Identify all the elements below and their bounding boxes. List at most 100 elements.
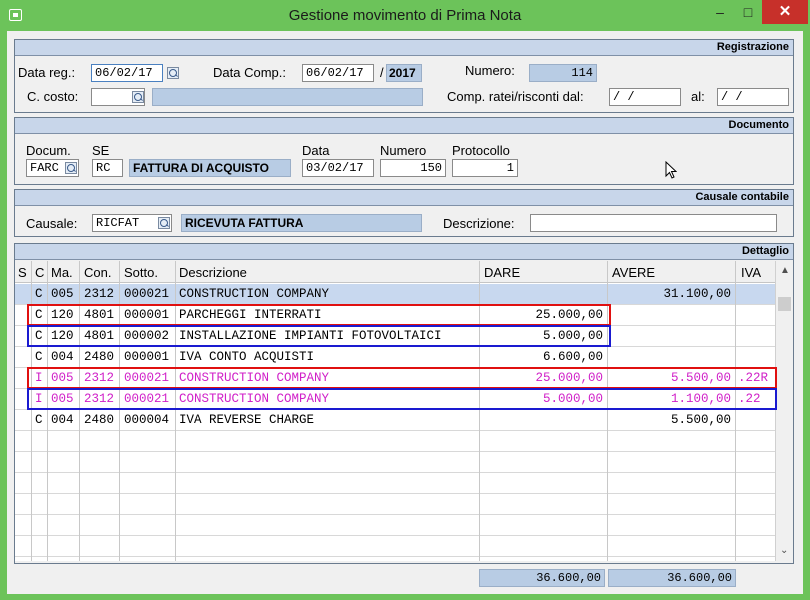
- table-row[interactable]: I 005 2312 000021 CONSTRUCTION COMPANY 5.000,…: [15, 389, 775, 410]
- table-row[interactable]: C 004 2480 000001 IVA CONTO ACQUISTI 6.600,00: [15, 347, 775, 368]
- grid-header: S C Ma. Con. Sotto. Descrizione DARE AVE…: [15, 261, 775, 283]
- table-row[interactable]: C 005 2312 000021 CONSTRUCTION COMPANY 31.100…: [15, 284, 775, 305]
- col-con[interactable]: Con.: [84, 265, 111, 280]
- cell-iva: .22R: [738, 371, 769, 385]
- data-reg-field[interactable]: 06/02/17: [91, 64, 163, 82]
- col-sotto[interactable]: Sotto.: [124, 265, 158, 280]
- data-reg-label: Data reg.:: [18, 65, 76, 80]
- table-row[interactable]: C 120 4801 000001 PARCHEGGI INTERRATI 25.000,…: [15, 305, 775, 326]
- cell-con: 4801: [84, 308, 115, 322]
- table-row[interactable]: [15, 536, 775, 557]
- col-descrizione[interactable]: Descrizione: [179, 265, 247, 280]
- search-icon[interactable]: [132, 91, 144, 103]
- table-row[interactable]: [15, 494, 775, 515]
- cell-ma: 005: [51, 392, 74, 406]
- cell-con: 2312: [84, 287, 115, 301]
- ratei-al-field[interactable]: / /: [717, 88, 789, 106]
- detail-grid[interactable]: S C Ma. Con. Sotto. Descrizione DARE AVE…: [15, 261, 793, 561]
- cell-avere: 31.100,00: [663, 287, 731, 301]
- data-comp-label: Data Comp.:: [213, 65, 286, 80]
- table-row[interactable]: [15, 473, 775, 494]
- maximize-button[interactable]: □: [733, 0, 763, 24]
- cell-dare: 5.000,00: [542, 392, 603, 406]
- total-dare: 36.600,00: [479, 569, 605, 587]
- cell-c: C: [35, 350, 43, 364]
- cell-c: C: [35, 287, 43, 301]
- numero-field[interactable]: 114: [529, 64, 597, 82]
- search-icon[interactable]: [167, 67, 179, 79]
- panel-header: Causale contabile: [15, 190, 793, 206]
- cell-dare: 5.000,00: [542, 329, 603, 343]
- cell-desc: IVA CONTO ACQUISTI: [179, 350, 315, 364]
- se-field[interactable]: RC: [92, 159, 123, 177]
- panel-causale: Causale contabile Causale: RICFAT RICEVU…: [14, 189, 794, 237]
- title-bar: Gestione movimento di Prima Nota – □ ✕: [0, 0, 810, 32]
- ratei-label: Comp. ratei/risconti dal:: [447, 89, 584, 104]
- search-icon[interactable]: [65, 162, 77, 174]
- cell-desc: PARCHEGGI INTERRATI: [179, 308, 322, 322]
- col-iva[interactable]: IVA: [741, 265, 761, 280]
- mouse-cursor-icon: [665, 161, 677, 179]
- cell-ma: 120: [51, 308, 74, 322]
- data-comp-field[interactable]: 06/02/17: [302, 64, 374, 82]
- protocollo-field[interactable]: 1: [452, 159, 518, 177]
- cell-c: C: [35, 308, 43, 322]
- cell-ma: 005: [51, 287, 74, 301]
- table-row[interactable]: C 120 4801 000002 INSTALLAZIONE IMPIANTI FOT…: [15, 326, 775, 347]
- cell-ma: 120: [51, 329, 74, 343]
- ratei-dal-field[interactable]: / /: [609, 88, 681, 106]
- al-label: al:: [691, 89, 705, 104]
- docum-label: Docum.: [26, 143, 71, 158]
- col-dare[interactable]: DARE: [484, 265, 520, 280]
- panel-header: Registrazione: [15, 40, 793, 56]
- search-icon[interactable]: [158, 217, 170, 229]
- table-row[interactable]: [15, 431, 775, 452]
- cell-avere: 5.500,00: [670, 371, 731, 385]
- data-label: Data: [302, 143, 330, 158]
- cell-sotto: 000001: [124, 308, 170, 322]
- cell-sotto: 000021: [124, 287, 170, 301]
- table-row[interactable]: C 004 2480 000004 IVA REVERSE CHARGE 5.500,00: [15, 410, 775, 431]
- cell-sotto: 000004: [124, 413, 170, 427]
- cell-desc: CONSTRUCTION COMPANY: [179, 287, 330, 301]
- window-title: Gestione movimento di Prima Nota: [288, 7, 522, 24]
- cell-desc: INSTALLAZIONE IMPIANTI FOTOVOLTAICI: [179, 329, 442, 343]
- cell-sotto: 000001: [124, 350, 170, 364]
- vertical-scrollbar[interactable]: ▲ ⌄: [775, 261, 793, 561]
- cell-sotto: 000021: [124, 371, 170, 385]
- descrizione-label: Descrizione:: [443, 216, 515, 231]
- numero-label: Numero:: [465, 63, 515, 78]
- cell-sotto: 000021: [124, 392, 170, 406]
- cell-dare: 25.000,00: [535, 308, 603, 322]
- cell-con: 2480: [84, 413, 115, 427]
- minimize-button[interactable]: –: [705, 0, 735, 24]
- se-label: SE: [92, 143, 110, 158]
- col-ma[interactable]: Ma.: [51, 265, 73, 280]
- cell-dare: 6.600,00: [542, 350, 603, 364]
- col-avere[interactable]: AVERE: [612, 265, 655, 280]
- table-row[interactable]: I 005 2312 000021 CONSTRUCTION COMPANY 25.000…: [15, 368, 775, 389]
- data-field[interactable]: 03/02/17: [302, 159, 374, 177]
- close-button[interactable]: ✕: [762, 0, 808, 24]
- scroll-thumb[interactable]: [778, 297, 791, 311]
- table-row[interactable]: [15, 515, 775, 536]
- anno-field[interactable]: 2017: [386, 64, 422, 82]
- cell-sotto: 000002: [124, 329, 170, 343]
- ccosto-label: C. costo:: [27, 89, 79, 104]
- table-row[interactable]: [15, 452, 775, 473]
- col-s[interactable]: S: [18, 265, 27, 280]
- scroll-up-icon[interactable]: ▲: [780, 265, 790, 276]
- scroll-down-icon[interactable]: ⌄: [780, 545, 788, 556]
- numero-doc-label: Numero: [380, 143, 427, 158]
- cell-con: 2480: [84, 350, 115, 364]
- cell-avere: 1.100,00: [670, 392, 731, 406]
- protocollo-label: Protocollo: [452, 143, 510, 158]
- cell-ma: 004: [51, 350, 74, 364]
- col-c[interactable]: C: [35, 265, 44, 280]
- cell-con: 2312: [84, 392, 115, 406]
- panel-header: Dettaglio: [15, 244, 793, 260]
- descrizione-field[interactable]: [530, 214, 777, 232]
- cell-desc: CONSTRUCTION COMPANY: [179, 371, 330, 385]
- numero-doc-field[interactable]: 150: [380, 159, 446, 177]
- cell-c: C: [35, 329, 43, 343]
